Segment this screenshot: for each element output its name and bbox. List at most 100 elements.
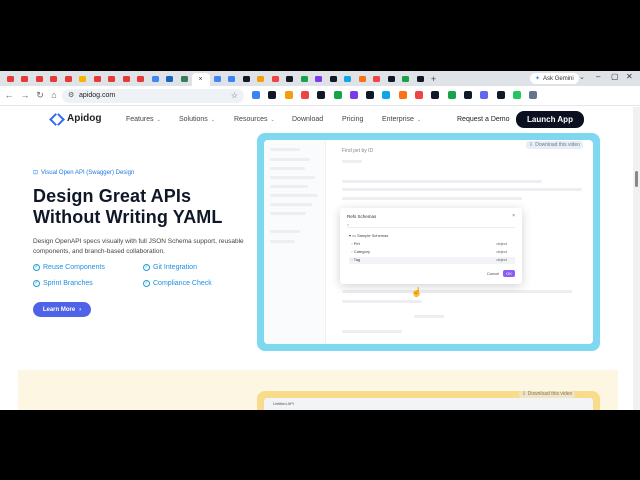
minimize-icon[interactable]: – (596, 72, 600, 81)
tab-favicon-icon (416, 75, 424, 82)
extension-icon[interactable] (398, 91, 407, 99)
tab-favicon-icon (151, 75, 159, 82)
nav-pricing[interactable]: Pricing (342, 116, 363, 123)
chevron-down-icon: ⌄ (210, 117, 215, 123)
extension-icon[interactable] (447, 91, 456, 99)
browser-tab[interactable] (268, 73, 282, 84)
extension-icon[interactable] (382, 91, 391, 99)
browser-tab[interactable] (90, 73, 104, 84)
request-demo-link[interactable]: Request a Demo (457, 116, 510, 123)
modal-search[interactable]: ⌕ (347, 222, 515, 228)
launch-app-button[interactable]: Launch App (516, 111, 584, 128)
browser-tab[interactable] (254, 73, 268, 84)
ask-gemini-label: Ask Gemini (543, 75, 574, 82)
nav-features[interactable]: Features ⌄ (126, 116, 161, 123)
browser-tab[interactable] (163, 73, 177, 84)
home-icon[interactable]: ⌂ (49, 90, 59, 100)
maximize-icon[interactable]: ▢ (611, 72, 619, 81)
browser-tab[interactable] (177, 73, 191, 84)
extension-icon[interactable] (252, 91, 260, 99)
browser-tab[interactable] (76, 73, 90, 84)
extension-icon[interactable] (317, 91, 326, 99)
download-video-chip[interactable]: ⇩ Download this video (526, 141, 583, 149)
browser-tab[interactable] (326, 73, 340, 84)
browser-tab[interactable] (3, 73, 17, 84)
browser-tab[interactable] (47, 73, 61, 84)
extension-icon[interactable] (349, 91, 358, 99)
new-tab-button[interactable]: + (428, 74, 440, 84)
cancel-button[interactable]: Cancel (486, 270, 500, 277)
browser-tab[interactable] (341, 73, 355, 84)
learn-more-button[interactable]: Learn More › (33, 302, 91, 317)
page-scrollbar[interactable] (633, 107, 640, 410)
nav-resources[interactable]: Resources ⌄ (234, 116, 275, 123)
browser-tab[interactable] (225, 73, 239, 84)
check-circle-icon: ✓ (33, 264, 40, 271)
tab-favicon-icon (300, 75, 308, 82)
ok-button[interactable]: OK (503, 270, 515, 277)
nav-solutions[interactable]: Solutions ⌄ (179, 116, 215, 123)
browser-tab[interactable] (355, 73, 369, 84)
active-tab[interactable]: × (191, 73, 210, 86)
extension-icon[interactable] (284, 91, 293, 99)
apidog-logo[interactable]: Apidog (50, 113, 101, 124)
nav-download[interactable]: Download (292, 116, 323, 123)
browser-tab[interactable] (370, 73, 384, 84)
schema-row[interactable]: ◦ Tag object (349, 257, 515, 264)
reload-icon[interactable]: ↻ (35, 90, 45, 101)
scrollbar-thumb[interactable] (635, 171, 638, 187)
browser-tab[interactable] (148, 73, 162, 84)
browser-tab[interactable] (61, 73, 75, 84)
tab-favicon-icon (402, 75, 409, 82)
tab-favicon-icon (6, 75, 14, 82)
extension-icon[interactable] (333, 91, 342, 99)
design-icon: ⊡ (33, 170, 39, 176)
back-icon[interactable]: ← (4, 90, 14, 100)
browser-tab[interactable] (105, 73, 119, 84)
tab-favicon-icon (213, 75, 221, 82)
tab-favicon-icon (358, 75, 366, 82)
browser-tab[interactable] (413, 73, 427, 84)
extension-icon[interactable] (415, 91, 423, 99)
browser-tab[interactable] (297, 73, 311, 84)
browser-tab[interactable] (134, 73, 148, 84)
browser-tab[interactable] (283, 73, 297, 84)
forward-icon[interactable]: → (20, 90, 30, 100)
browser-tab[interactable] (18, 73, 32, 84)
nav-enterprise[interactable]: Enterprise ⌄ (382, 116, 421, 123)
extension-icon[interactable] (431, 91, 440, 99)
refs-schemas-modal: Refs Schemas × ⌕ ▾ ▭ Sample Schemas ◦ Pe… (340, 208, 522, 284)
second-demo-card[interactable]: ⇩ Download this video Untitled API (257, 391, 600, 410)
close-icon[interactable]: × (512, 213, 515, 219)
close-window-icon[interactable]: ✕ (626, 72, 633, 81)
schema-group[interactable]: ▾ ▭ Sample Schemas (349, 233, 515, 240)
ask-gemini-button[interactable]: ✦ Ask Gemini (530, 73, 579, 84)
second-demo-screenshot: Untitled API (264, 398, 593, 410)
extension-icon[interactable] (366, 91, 375, 99)
extension-icon[interactable] (300, 91, 309, 99)
schema-row[interactable]: ◦ Pet object (349, 241, 515, 248)
browser-tab[interactable] (399, 73, 413, 84)
tab-search-icon[interactable]: ⌄ (579, 73, 585, 81)
browser-tab[interactable] (119, 73, 133, 84)
browser-tab[interactable] (312, 73, 326, 84)
schema-row[interactable]: ◦ Category object (349, 249, 515, 256)
url-text: apidog.com (79, 92, 116, 99)
browser-tab[interactable] (384, 73, 398, 84)
browser-tab[interactable] (239, 73, 253, 84)
browser-tab[interactable] (210, 73, 224, 84)
extension-icon[interactable] (496, 91, 505, 99)
extension-icon[interactable] (529, 91, 538, 99)
extension-icon[interactable] (480, 91, 489, 99)
bookmark-star-icon[interactable]: ☆ (231, 91, 238, 100)
hand-cursor-icon: ☝ (411, 287, 423, 297)
extension-icon[interactable] (268, 91, 277, 99)
extension-icon[interactable] (463, 91, 472, 99)
address-bar[interactable]: ⚙ apidog.com ☆ (62, 89, 244, 103)
browser-tab[interactable] (32, 73, 46, 84)
download-video-chip-2[interactable]: ⇩ Download this video (519, 391, 576, 398)
site-info-icon[interactable]: ⚙ (68, 91, 74, 99)
demo-video-card[interactable]: ⇩ Download this video Find pet by ID Ref… (257, 133, 600, 351)
close-tab-icon[interactable]: × (198, 76, 202, 83)
extension-icon[interactable] (512, 91, 521, 99)
